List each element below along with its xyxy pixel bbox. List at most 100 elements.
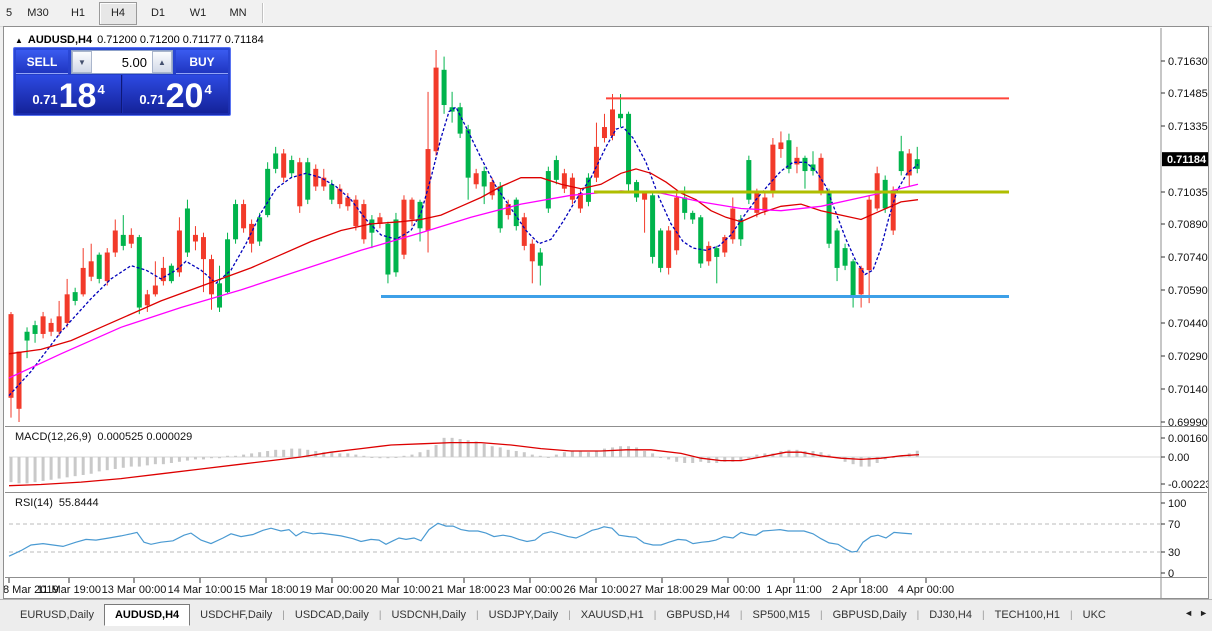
tab-gbpusd-daily[interactable]: GBPUSD,Daily <box>823 604 917 626</box>
tab-scroll-left-icon[interactable]: ◄ <box>1184 608 1193 618</box>
candle <box>778 142 784 150</box>
buy-price-prefix: 0.71 <box>139 92 165 107</box>
one-click-trading-panel: SELL ▼ ▲ BUY 0.71 18 4 0.71 20 4 <box>13 47 231 116</box>
buy-price[interactable]: 0.71 20 4 <box>123 75 228 113</box>
macd-bar <box>330 452 334 457</box>
candle <box>650 195 656 257</box>
macd-bar <box>594 451 598 457</box>
collapse-icon[interactable]: ▲ <box>15 36 23 45</box>
time-axis-label: 4 Apr 00:00 <box>898 584 954 596</box>
candle <box>850 261 856 297</box>
ohlc-values: 0.71200 0.71200 0.71177 0.71184 <box>97 34 264 46</box>
rsi-name: RSI(14) <box>15 497 53 509</box>
macd-bar <box>266 451 270 457</box>
price-axis-label: 0.70440 <box>1168 318 1208 330</box>
price-axis-label: 0.70890 <box>1168 219 1208 231</box>
sell-price[interactable]: 0.71 18 4 <box>16 75 122 113</box>
buy-price-pip: 4 <box>204 82 212 97</box>
time-axis-label: 11 Mar 19:00 <box>37 584 101 596</box>
timeframe-button-h1[interactable]: H1 <box>59 2 97 25</box>
time-axis-label: 1 Apr 11:00 <box>766 584 821 596</box>
current-price-label: 0.71184 <box>1167 154 1207 166</box>
price-axis-label: 0.71630 <box>1168 56 1208 68</box>
candle <box>601 127 607 139</box>
time-axis-label: 23 Mar 00:00 <box>498 584 563 596</box>
timeframe-button-m30[interactable]: M30 <box>19 2 57 25</box>
candle <box>233 204 239 240</box>
macd-bar <box>185 457 189 461</box>
macd-bar <box>402 455 406 457</box>
tab-usdcad-daily[interactable]: USDCAD,Daily <box>285 604 379 626</box>
macd-bar <box>691 457 695 463</box>
tab-xauusd-h1[interactable]: XAUUSD,H1 <box>571 604 654 626</box>
timeframe-button-w1[interactable]: W1 <box>179 2 217 25</box>
timeframe-button-d1[interactable]: D1 <box>139 2 177 25</box>
tab-ukc[interactable]: UKC <box>1073 604 1116 626</box>
macd-bar <box>803 451 807 457</box>
tab-usdjpy-daily[interactable]: USDJPY,Daily <box>479 604 569 626</box>
candle <box>834 230 840 268</box>
macd-axis-label: 0.001605 <box>1168 433 1208 445</box>
candle <box>457 107 463 134</box>
candle <box>658 230 664 268</box>
tab-sp500-m15[interactable]: SP500,M15 <box>743 604 820 626</box>
macd-bar <box>113 457 117 469</box>
tab-scroll-right-icon[interactable]: ► <box>1199 608 1208 618</box>
tab-eurusd-daily[interactable]: EURUSD,Daily <box>10 604 104 626</box>
volume-increase-icon[interactable]: ▲ <box>152 51 172 73</box>
macd-bar <box>619 446 623 457</box>
symbol-label: AUDUSD,H4 <box>27 34 93 46</box>
candle <box>104 252 110 282</box>
tab-usdcnh-daily[interactable]: USDCNH,Daily <box>381 604 476 626</box>
candle <box>441 69 447 106</box>
candle <box>80 267 86 295</box>
macd-bar <box>675 457 679 462</box>
price-axis-label: 0.71035 <box>1168 187 1208 199</box>
macd-bar <box>89 457 93 474</box>
tab-dj30-h4[interactable]: DJ30,H4 <box>919 604 982 626</box>
macd-bar <box>570 451 574 457</box>
candle <box>345 197 351 207</box>
timeframe-button-mn[interactable]: MN <box>219 2 257 25</box>
candle <box>802 157 808 172</box>
macd-bar <box>490 446 494 457</box>
macd-bar <box>41 457 45 481</box>
price-axis-label: 0.70290 <box>1168 351 1208 363</box>
macd-bar <box>667 457 671 460</box>
volume-input[interactable] <box>92 51 152 73</box>
candle <box>313 168 319 187</box>
time-axis-label: 2 Apr 18:00 <box>832 584 888 596</box>
tab-usdchf-daily[interactable]: USDCHF,Daily <box>190 604 282 626</box>
macd-bar <box>843 457 847 462</box>
tab-gbpusd-h4[interactable]: GBPUSD,H4 <box>656 604 740 626</box>
buy-button[interactable]: BUY <box>176 50 228 74</box>
candle <box>561 173 567 189</box>
rsi-axis-label: 100 <box>1168 498 1186 510</box>
macd-bar <box>522 452 526 457</box>
tab-audusd-h4[interactable]: AUDUSD,H4 <box>103 604 191 626</box>
macd-bar <box>546 457 550 458</box>
rsi-axis-label: 30 <box>1168 547 1180 559</box>
candle <box>385 223 391 275</box>
candle <box>497 186 503 229</box>
time-axis-label: 26 Mar 10:00 <box>564 584 629 596</box>
volume-decrease-icon[interactable]: ▼ <box>72 51 92 73</box>
macd-bar <box>370 457 374 458</box>
tab-scroll-buttons: ◄ ► <box>1184 608 1208 618</box>
timeframe-button-5[interactable]: 5 <box>1 2 17 25</box>
time-axis-label: 15 Mar 18:00 <box>234 584 299 596</box>
macd-bar <box>362 455 366 457</box>
candle <box>433 67 439 152</box>
candle <box>577 193 583 209</box>
timeframe-button-h4[interactable]: H4 <box>99 1 137 25</box>
candle <box>866 199 872 271</box>
macd-bar <box>442 437 446 457</box>
macd-bar <box>707 457 711 463</box>
macd-bar <box>210 457 213 459</box>
macd-bar <box>530 454 534 457</box>
candle <box>24 331 30 341</box>
sell-price-big: 18 <box>58 77 97 115</box>
candle <box>746 160 752 200</box>
tab-tech100-h1[interactable]: TECH100,H1 <box>985 604 1070 626</box>
sell-button[interactable]: SELL <box>16 50 68 74</box>
